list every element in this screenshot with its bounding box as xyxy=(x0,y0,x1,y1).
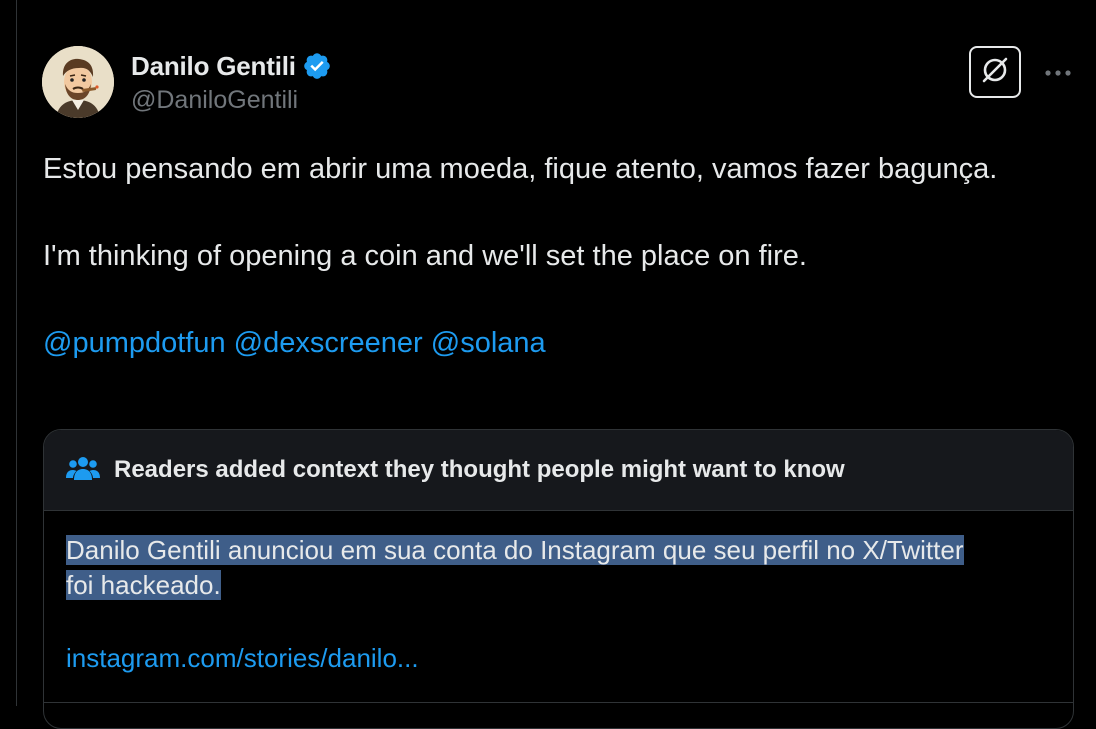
more-icon xyxy=(1044,64,1072,82)
avatar[interactable] xyxy=(42,46,114,118)
community-note-title: Readers added context they thought peopl… xyxy=(114,456,845,483)
note-divider xyxy=(44,702,1073,703)
timeline-border xyxy=(16,0,17,706)
grok-icon xyxy=(979,54,1011,91)
author-handle[interactable]: @DaniloGentili xyxy=(131,86,332,115)
tweet-mentions: @pumpdotfun @dexscreener @solana xyxy=(43,322,1003,365)
mention-link[interactable]: @solana xyxy=(431,327,546,359)
grok-button[interactable] xyxy=(969,46,1021,98)
more-options-button[interactable] xyxy=(1040,58,1076,88)
people-icon xyxy=(66,455,100,486)
community-note-source-link[interactable]: instagram.com/stories/danilo... xyxy=(66,643,1051,674)
note-text-line: Danilo Gentili anunciou em sua conta do … xyxy=(66,535,964,565)
tweet-text-portuguese: Estou pensando em abrir uma moeda, fique… xyxy=(43,153,998,185)
tweet-author: Danilo Gentili @DaniloGentili xyxy=(131,48,332,115)
community-note-body: Danilo Gentili anunciou em sua conta do … xyxy=(44,511,1073,674)
verified-badge-icon[interactable] xyxy=(302,51,332,81)
tweet-text-english: I'm thinking of opening a coin and we'll… xyxy=(43,240,807,272)
community-note-text: Danilo Gentili anunciou em sua conta do … xyxy=(66,533,1056,603)
author-display-name[interactable]: Danilo Gentili xyxy=(131,51,296,82)
tweet-text: Estou pensando em abrir uma moeda, fique… xyxy=(43,148,1003,365)
mention-link[interactable]: @pumpdotfun xyxy=(43,327,226,359)
community-note-header[interactable]: Readers added context they thought peopl… xyxy=(44,430,1073,511)
mention-link[interactable]: @dexscreener xyxy=(234,327,423,359)
cartoon-avatar-icon xyxy=(42,46,114,118)
note-text-line: foi hackeado. xyxy=(66,570,221,600)
community-note: Readers added context they thought peopl… xyxy=(43,429,1074,729)
